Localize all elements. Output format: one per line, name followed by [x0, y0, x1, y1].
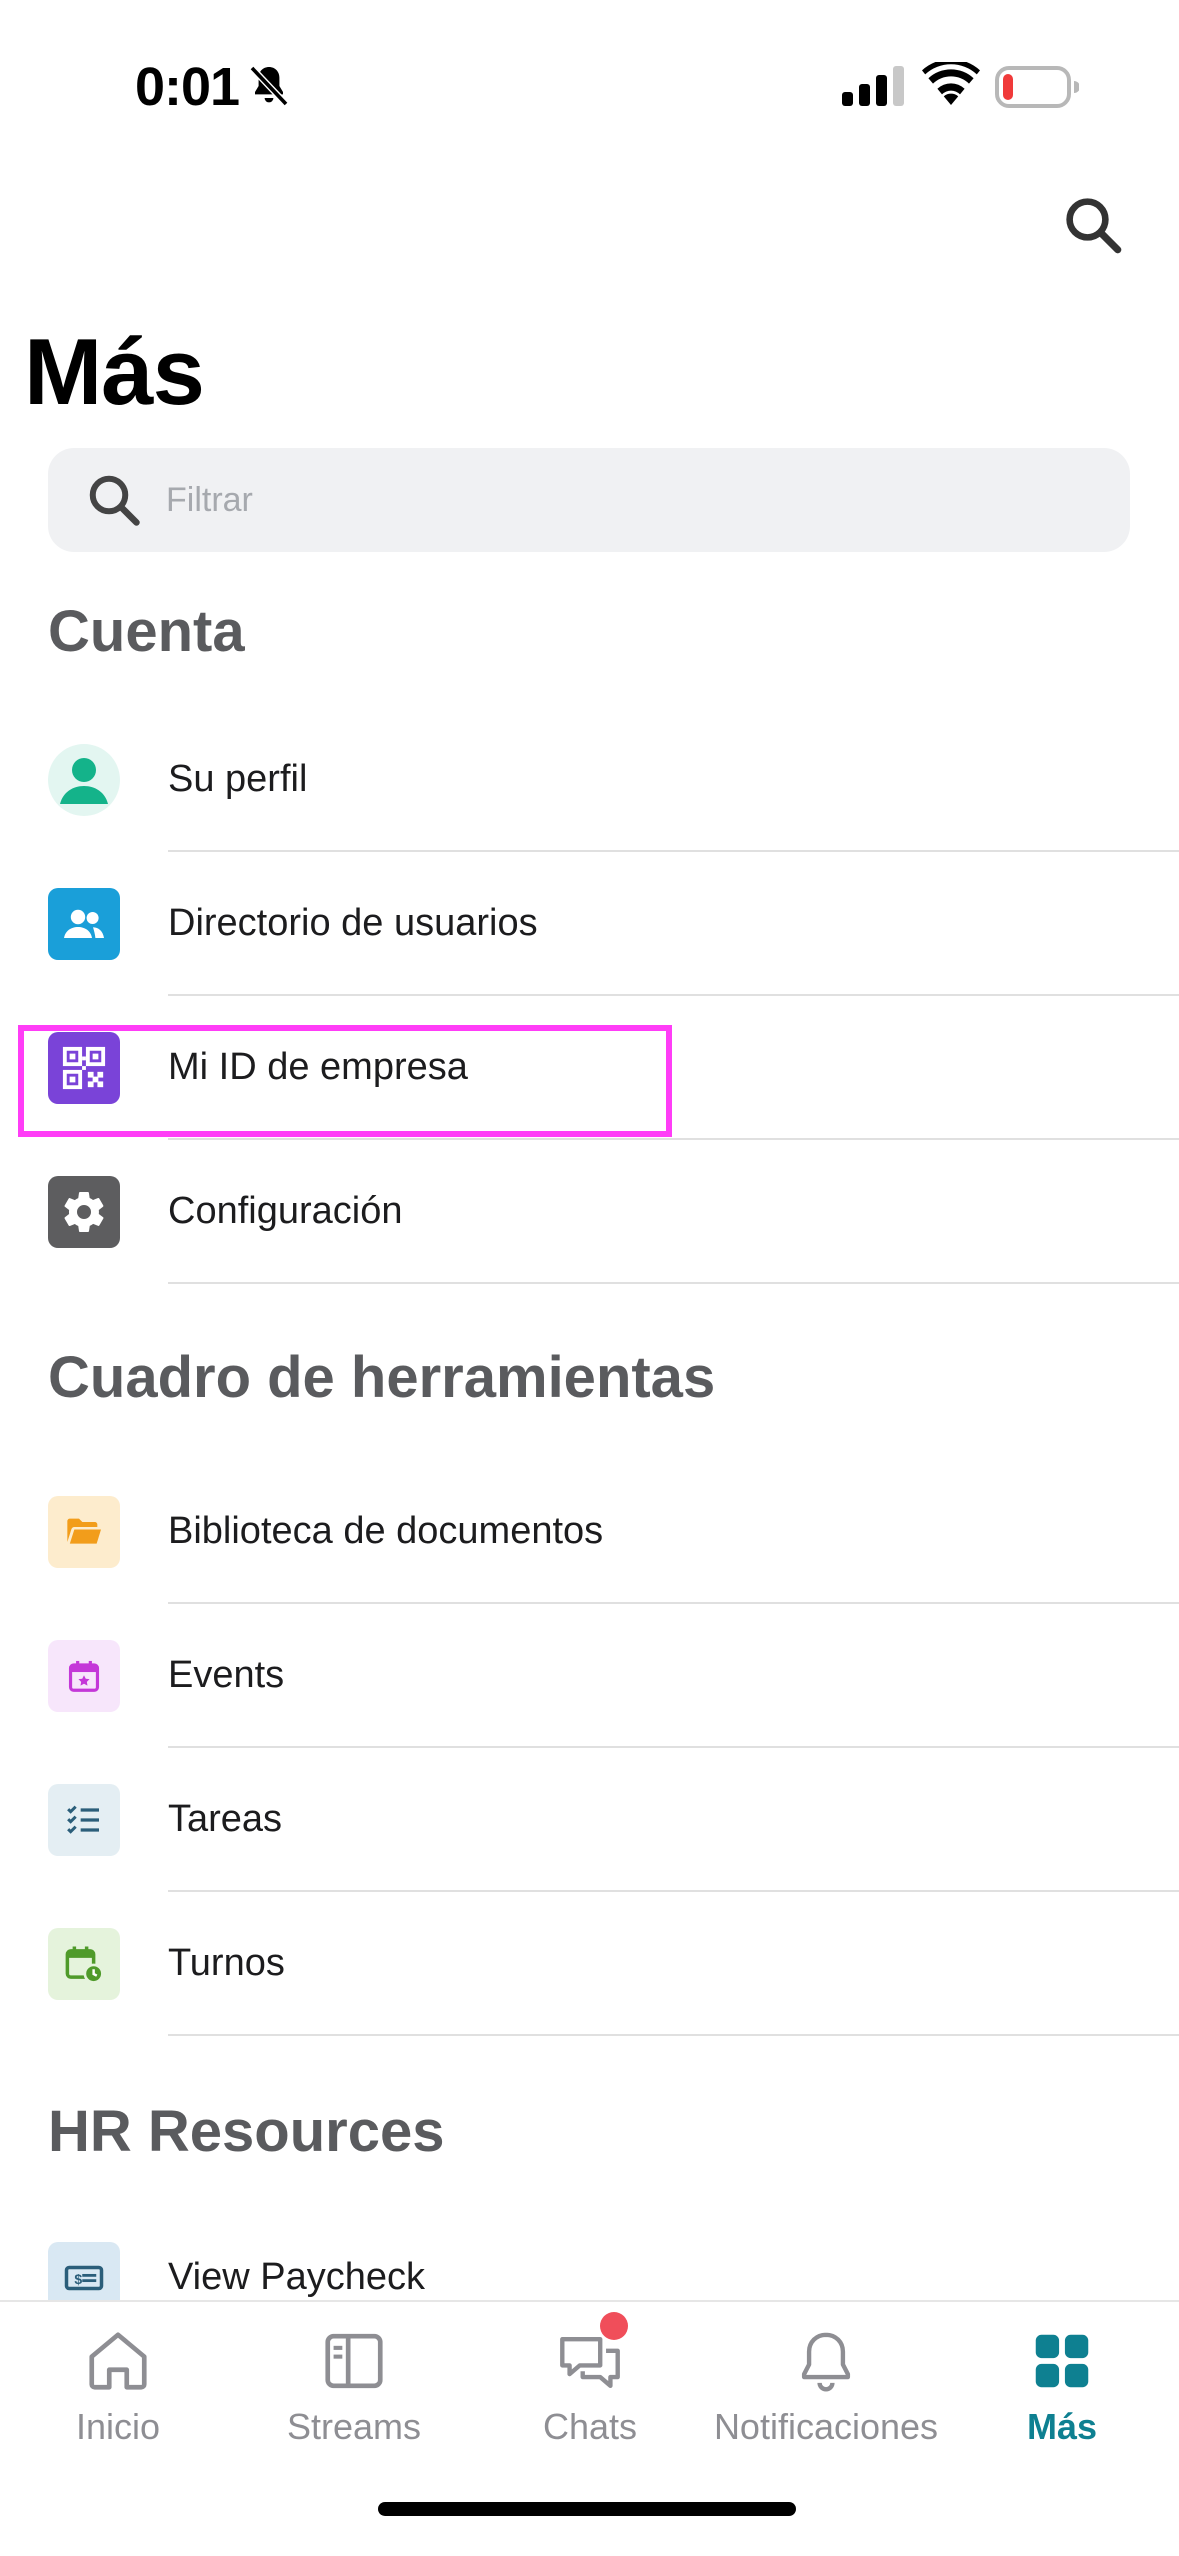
chat-badge — [600, 2312, 628, 2340]
svg-text:$: $ — [74, 2271, 82, 2287]
list-item-label: Events — [168, 1654, 285, 1696]
section-title-toolbox: Cuadro de herramientas — [48, 1345, 716, 1410]
filter-box[interactable] — [48, 448, 1130, 552]
list-item-shifts[interactable]: Turnos — [0, 1892, 1179, 2036]
section-title-account: Cuenta — [48, 599, 245, 664]
profile-icon — [48, 744, 120, 816]
list-item-tasks[interactable]: Tareas — [0, 1748, 1179, 1892]
list-item-label: View Paycheck — [168, 2256, 425, 2298]
highlight-box — [18, 1025, 672, 1137]
tab-label: Notificaciones — [713, 2406, 939, 2447]
page-title: Más — [24, 319, 205, 424]
home-indicator — [378, 2502, 796, 2516]
section-title-hr: HR Resources — [48, 2099, 445, 2164]
tab-label: Inicio — [75, 2406, 161, 2447]
list-item-document-library[interactable]: Biblioteca de documentos — [0, 1460, 1179, 1604]
users-icon — [48, 888, 120, 960]
tab-bar: Inicio Streams Chats Notificaciones Más — [0, 2300, 1179, 2556]
bell-icon — [801, 2332, 851, 2392]
list-item-label: Directorio de usuarios — [168, 902, 538, 944]
streams-icon — [325, 2333, 383, 2389]
tab-streams[interactable]: Streams — [236, 2302, 472, 2472]
calendar-clock-icon — [48, 1928, 120, 2000]
list-item-user-directory[interactable]: Directorio de usuarios — [0, 852, 1179, 996]
list-item-label: Tareas — [168, 1798, 283, 1840]
list-item-profile[interactable]: Su perfil — [0, 708, 1179, 852]
list-item-label: Su perfil — [168, 758, 308, 800]
signal-icon — [842, 66, 904, 106]
calendar-star-icon — [48, 1640, 120, 1712]
folder-icon — [48, 1496, 120, 1568]
tab-more[interactable]: Más — [944, 2302, 1179, 2472]
tab-home[interactable]: Inicio — [0, 2302, 236, 2472]
battery-icon — [995, 66, 1079, 108]
gear-icon — [48, 1176, 120, 1248]
status-time: 0:01 — [135, 57, 240, 117]
tab-label: Más — [1026, 2406, 1098, 2447]
list-item-settings[interactable]: Configuración — [0, 1140, 1179, 1284]
list-item-label: Configuración — [168, 1190, 403, 1232]
list-item-label: Biblioteca de documentos — [168, 1510, 604, 1552]
search-icon[interactable] — [1060, 192, 1126, 258]
status-bar: 0:01 — [0, 0, 1179, 170]
filter-input[interactable] — [166, 448, 1106, 552]
grid-icon — [1035, 2334, 1089, 2388]
tab-label: Chats — [542, 2406, 638, 2447]
list-item-events[interactable]: Events — [0, 1604, 1179, 1748]
tab-label: Streams — [286, 2406, 422, 2447]
divider — [168, 1282, 1179, 1284]
tab-chats[interactable]: Chats — [472, 2302, 708, 2472]
search-icon — [89, 475, 140, 526]
home-icon — [89, 2332, 147, 2390]
divider — [168, 2034, 1179, 2036]
checklist-icon — [48, 1784, 120, 1856]
wifi-icon — [922, 62, 980, 105]
list-item-label: Turnos — [168, 1942, 285, 1984]
bell-off-icon — [249, 65, 289, 107]
tab-notifications[interactable]: Notificaciones — [708, 2302, 944, 2472]
